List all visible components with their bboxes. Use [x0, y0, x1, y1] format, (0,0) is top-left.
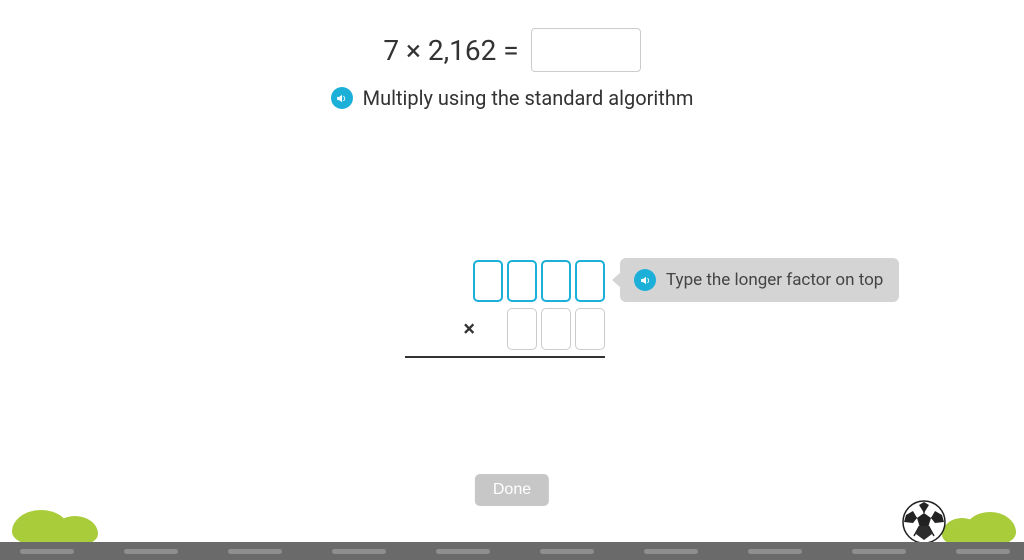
- hint-tooltip: Type the longer factor on top: [620, 258, 899, 302]
- top-digit-1[interactable]: [473, 260, 503, 302]
- algorithm-work-area: ×: [405, 260, 605, 358]
- speaker-icon[interactable]: [331, 87, 353, 109]
- hint-text: Type the longer factor on top: [666, 270, 883, 290]
- road-dash: [540, 549, 594, 554]
- road-dash: [20, 549, 74, 554]
- divider-line: [405, 356, 605, 358]
- bottom-digit-1[interactable]: [507, 308, 537, 350]
- multiply-sign: ×: [463, 317, 475, 342]
- road-dash: [644, 549, 698, 554]
- top-digit-4[interactable]: [575, 260, 605, 302]
- bottom-digit-3[interactable]: [575, 308, 605, 350]
- soccer-ball-icon: [902, 500, 946, 544]
- done-button[interactable]: Done: [475, 474, 549, 506]
- bottom-digit-2[interactable]: [541, 308, 571, 350]
- road-dash: [852, 549, 906, 554]
- instruction-text: Multiply using the standard algorithm: [363, 86, 694, 110]
- top-digit-2[interactable]: [507, 260, 537, 302]
- road-dash: [228, 549, 282, 554]
- road-dash: [124, 549, 178, 554]
- speaker-icon[interactable]: [634, 269, 656, 291]
- road-dash: [436, 549, 490, 554]
- road-dash: [332, 549, 386, 554]
- answer-input[interactable]: [531, 28, 641, 72]
- top-digit-3[interactable]: [541, 260, 571, 302]
- road-dash: [956, 549, 1010, 554]
- equation-text: 7 × 2,162 =: [383, 34, 518, 67]
- road-dash: [748, 549, 802, 554]
